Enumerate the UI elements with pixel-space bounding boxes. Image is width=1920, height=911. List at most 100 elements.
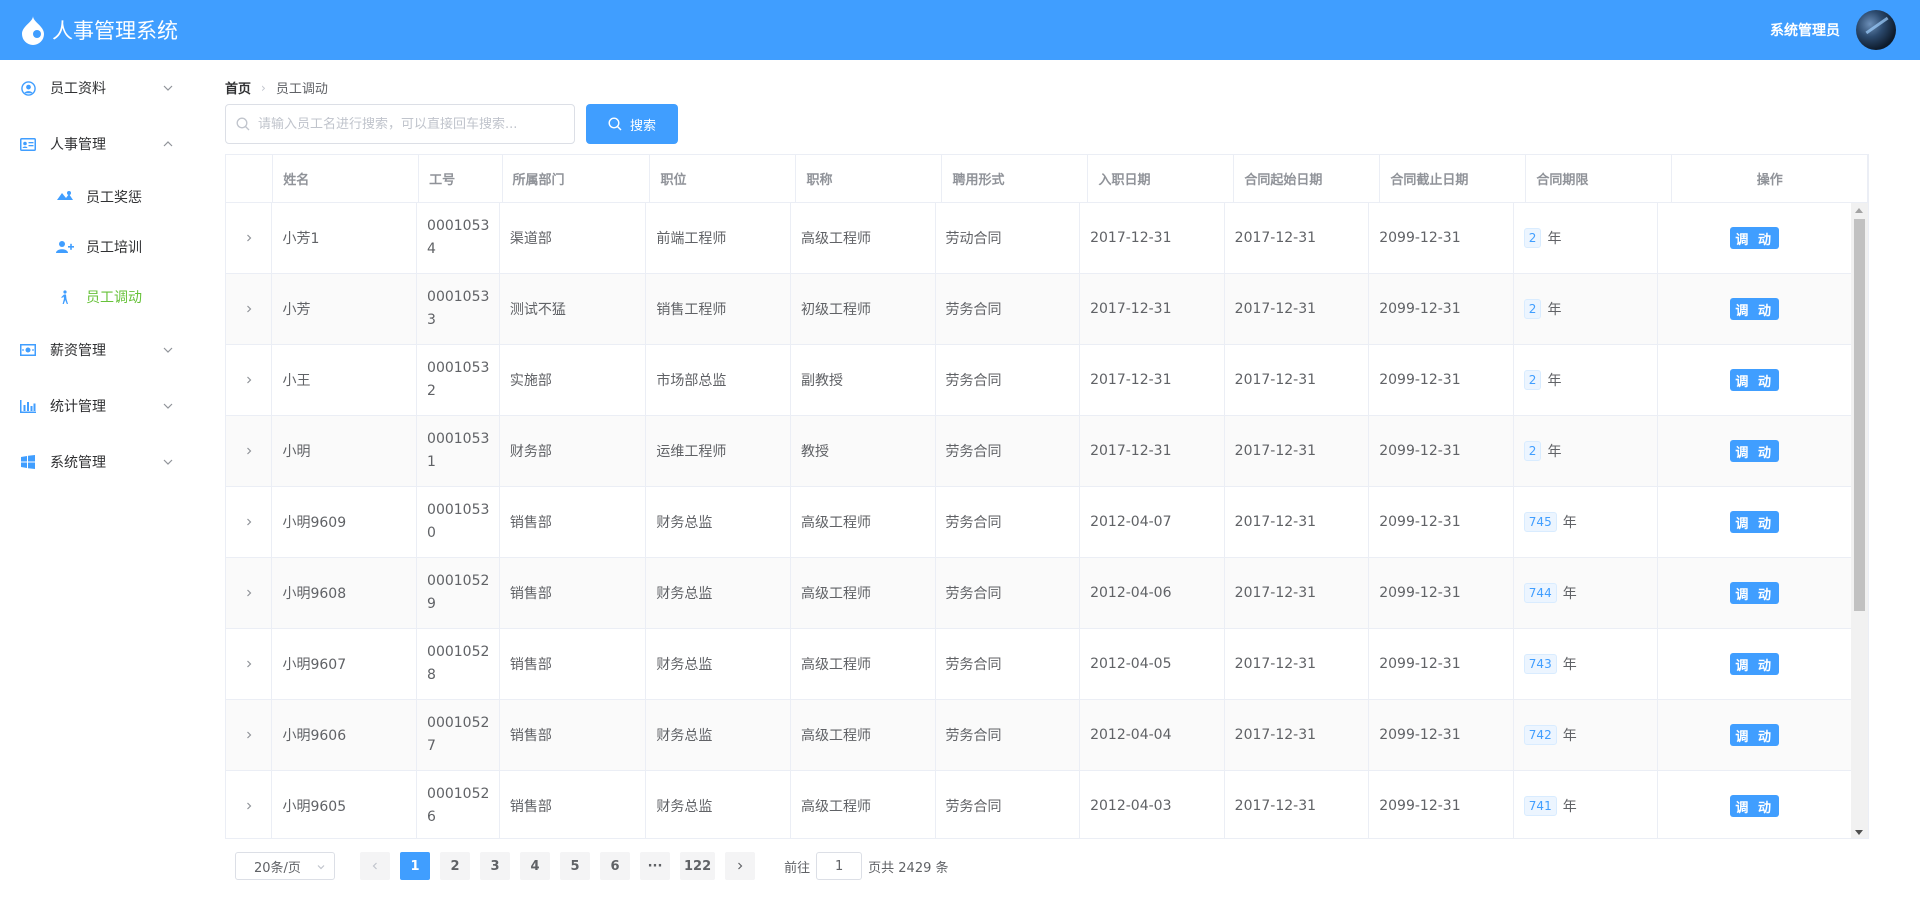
cell-id: 00010528 (417, 629, 500, 699)
page-button[interactable]: 122 (680, 852, 716, 880)
page-jumper: 前往 页共 2429 条 (784, 852, 949, 880)
page-button[interactable]: 1 (400, 852, 430, 880)
table-header-cell: 所属部门 (503, 155, 651, 202)
page-button[interactable]: 2 (440, 852, 470, 880)
transfer-button[interactable]: 调 动 (1730, 298, 1779, 320)
table-row: 小王 00010532 实施部 市场部总监 副教授 劳务合同 2017-12-31 2017-… (226, 345, 1852, 416)
expand-row-icon[interactable] (226, 274, 273, 344)
table-row: 小明9609 00010530 销售部 财务总监 高级工程师 劳务合同 2012-04-07… (226, 487, 1852, 558)
chevron-down-icon (163, 459, 173, 465)
transfer-button[interactable]: 调 动 (1730, 369, 1779, 391)
page-size-select[interactable]: 20条/页 (235, 852, 335, 880)
transfer-button[interactable]: 调 动 (1730, 724, 1779, 746)
cell-join: 2017-12-31 (1080, 203, 1225, 273)
table-row: 小明 00010531 财务部 运维工程师 教授 劳务合同 2017-12-31 2017-1… (226, 416, 1852, 487)
transfer-button[interactable]: 调 动 (1730, 795, 1779, 817)
table-header-cell: 合同截止日期 (1380, 155, 1527, 202)
table-scrollbar[interactable] (1851, 203, 1868, 838)
sidebar-subitem-training[interactable]: 员工培训 (0, 222, 200, 272)
search-bar: 搜索 (225, 104, 678, 144)
transfer-button[interactable]: 调 动 (1730, 227, 1779, 249)
scroll-down-icon[interactable] (1855, 830, 1863, 835)
cell-action: 调 动 (1658, 558, 1852, 628)
search-icon (608, 117, 622, 131)
table-header-cell: 操作 (1672, 155, 1868, 202)
transfer-button[interactable]: 调 动 (1730, 511, 1779, 533)
page-button[interactable]: 4 (520, 852, 550, 880)
scroll-up-icon[interactable] (1855, 208, 1863, 213)
term-badge: 2 (1523, 299, 1542, 319)
cell-id: 00010530 (417, 487, 500, 557)
next-page-button[interactable] (725, 852, 756, 880)
term-unit: 年 (1562, 657, 1577, 673)
expand-row-icon[interactable] (226, 558, 273, 628)
avatar[interactable] (1856, 10, 1896, 50)
cell-name: 小明9605 (272, 771, 418, 838)
cell-name: 小明9609 (272, 487, 418, 557)
employee-transfer-table: 姓名 工号 所属部门 职位 职称 聘用形式 入职日期 合同起始日期 合同截止日期… (225, 154, 1869, 839)
term-badge: 742 (1523, 725, 1557, 745)
expand-row-icon[interactable] (226, 771, 273, 838)
search-input-wrapper[interactable] (225, 104, 575, 144)
sidebar-item-statistics[interactable]: 统计管理 (0, 378, 200, 434)
table-row: 小明9608 00010529 销售部 财务总监 高级工程师 劳务合同 2012-04-06… (226, 558, 1852, 629)
cell-action: 调 动 (1658, 345, 1852, 415)
expand-row-icon[interactable] (226, 629, 273, 699)
expand-row-icon[interactable] (226, 416, 273, 486)
expand-row-icon[interactable] (226, 487, 273, 557)
sidebar-item-salary[interactable]: 薪资管理 (0, 322, 200, 378)
cell-join: 2017-12-31 (1080, 345, 1225, 415)
sidebar-item-system[interactable]: 系统管理 (0, 434, 200, 490)
rewards-icon (56, 189, 74, 205)
page-button[interactable]: 6 (600, 852, 630, 880)
transfer-button[interactable]: 调 动 (1730, 582, 1779, 604)
money-icon (20, 342, 36, 358)
user-menu[interactable]: 系统管理员 (1770, 10, 1896, 50)
app-title: 人事管理系统 (52, 19, 178, 43)
term-badge: 741 (1523, 796, 1557, 816)
cell-dept: 实施部 (500, 345, 647, 415)
page-button[interactable]: 5 (560, 852, 590, 880)
search-input[interactable] (258, 116, 568, 132)
transfer-button[interactable]: 调 动 (1730, 653, 1779, 675)
user-name: 系统管理员 (1770, 23, 1840, 39)
cell-id: 00010529 (417, 558, 500, 628)
expand-row-icon[interactable] (226, 700, 273, 770)
prev-page-button[interactable] (360, 852, 390, 880)
windows-icon (20, 454, 36, 470)
sidebar-item-employee-info[interactable]: 员工资料 (0, 60, 200, 116)
transfer-button[interactable]: 调 动 (1730, 440, 1779, 462)
cell-term: 743 年 (1514, 629, 1659, 699)
cell-name: 小明 (272, 416, 418, 486)
cell-end: 2099-12-31 (1369, 771, 1514, 838)
cell-action: 调 动 (1658, 487, 1852, 557)
sidebar-subitem-rewards[interactable]: 员工奖惩 (0, 172, 200, 222)
table-header-cell: 职称 (796, 155, 943, 202)
cell-employ: 劳务合同 (936, 274, 1081, 344)
table-row: 小明9606 00010527 销售部 财务总监 高级工程师 劳务合同 2012-04-04… (226, 700, 1852, 771)
search-button[interactable]: 搜索 (586, 104, 678, 144)
page-button[interactable]: 3 (480, 852, 510, 880)
more-pages-button[interactable]: ··· (640, 852, 670, 880)
expand-row-icon[interactable] (226, 345, 273, 415)
term-badge: 2 (1523, 441, 1542, 461)
cell-end: 2099-12-31 (1369, 345, 1514, 415)
cell-employ: 劳务合同 (936, 416, 1081, 486)
cell-position: 前端工程师 (646, 203, 791, 273)
cell-employ: 劳务合同 (936, 700, 1081, 770)
cell-action: 调 动 (1658, 771, 1852, 838)
expand-row-icon[interactable] (226, 203, 273, 273)
sidebar-item-hr[interactable]: 人事管理 (0, 116, 200, 172)
breadcrumb-home[interactable]: 首页 (225, 78, 251, 97)
scrollbar-thumb[interactable] (1854, 219, 1865, 611)
cell-start: 2017-12-31 (1225, 274, 1370, 344)
goto-page-input[interactable] (816, 852, 863, 880)
cell-end: 2099-12-31 (1369, 558, 1514, 628)
cell-dept: 销售部 (500, 629, 647, 699)
cell-dept: 财务部 (500, 416, 647, 486)
cell-action: 调 动 (1658, 629, 1852, 699)
cell-id: 00010534 (417, 203, 500, 273)
sidebar-subitem-transfer[interactable]: 员工调动 (0, 272, 200, 322)
cell-name: 小明9608 (272, 558, 418, 628)
cell-dept: 测试不猛 (500, 274, 647, 344)
